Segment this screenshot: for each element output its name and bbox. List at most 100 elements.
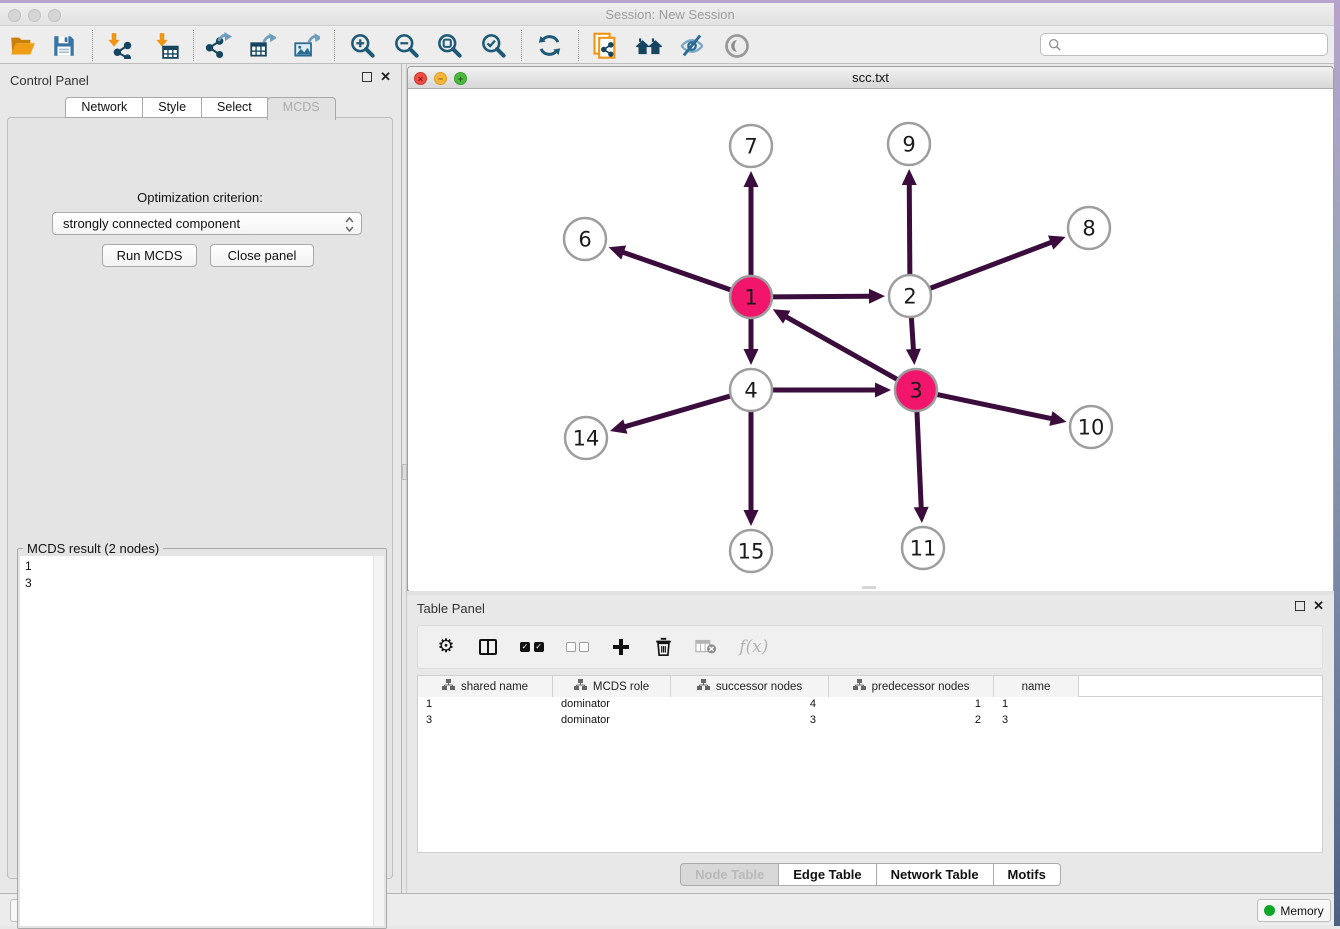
tab-motifs[interactable]: Motifs <box>993 863 1061 886</box>
float-panel-icon[interactable] <box>362 72 372 82</box>
mcds-result-text: 1 3 <box>25 558 32 592</box>
graph-node-label-14: 14 <box>573 427 600 451</box>
graph-node-label-4: 4 <box>744 379 757 403</box>
tab-node-table[interactable]: Node Table <box>680 863 779 886</box>
graph-node-label-8: 8 <box>1082 217 1095 241</box>
hide-graphics-details-icon[interactable] <box>678 32 706 59</box>
tab-select[interactable]: Select <box>201 97 268 118</box>
tab-style[interactable]: Style <box>142 97 202 118</box>
toolbar-separator <box>334 30 335 61</box>
tab-edge-table[interactable]: Edge Table <box>778 863 876 886</box>
export-image-icon[interactable] <box>292 32 320 59</box>
show-graphics-details-icon[interactable] <box>723 32 751 59</box>
delete-column-icon[interactable] <box>653 635 673 659</box>
zoom-out-icon[interactable] <box>392 32 420 59</box>
network-resize-grip[interactable] <box>862 586 876 589</box>
toolbar-separator <box>521 30 522 61</box>
mcds-panel: Optimization criterion: strongly connect… <box>7 117 393 879</box>
add-column-icon[interactable] <box>611 635 631 659</box>
zoom-selected-icon[interactable] <box>479 32 507 59</box>
edge-arrow-1-4 <box>744 349 759 365</box>
criterion-select[interactable]: strongly connected component <box>52 212 362 235</box>
graph-node-label-15: 15 <box>738 540 765 564</box>
edge-arrow-4-14 <box>610 419 627 433</box>
table-row[interactable]: 3dominator323 <box>418 713 1322 729</box>
edge-2-8[interactable] <box>929 242 1052 289</box>
desktop-edge-right <box>1334 0 1340 926</box>
first-neighbors-icon[interactable] <box>635 32 663 59</box>
zoom-fit-icon[interactable] <box>435 32 463 59</box>
show-column-icon[interactable] <box>478 635 498 659</box>
table-cell[interactable]: dominator <box>553 697 671 713</box>
table-panel-title: Table Panel <box>417 601 485 616</box>
zoom-in-icon[interactable] <box>348 32 376 59</box>
import-network-icon[interactable] <box>104 32 132 59</box>
table-cell[interactable]: 1 <box>829 697 994 713</box>
table-header-row: shared nameMCDS rolesuccessor nodesprede… <box>418 676 1322 697</box>
mcds-result-title: MCDS result (2 nodes) <box>23 541 163 556</box>
column-header-successor-nodes[interactable]: successor nodes <box>671 676 829 697</box>
close-panel-button[interactable]: Close panel <box>210 244 314 267</box>
desktop-edge-top <box>0 0 1340 3</box>
table-cell[interactable]: 3 <box>671 713 829 729</box>
search-input[interactable] <box>1040 33 1328 56</box>
graph-node-label-6: 6 <box>578 228 591 252</box>
function-builder-icon[interactable]: f(x) <box>739 635 768 659</box>
delete-table-icon[interactable] <box>695 635 717 659</box>
toolbar-separator <box>193 30 194 61</box>
open-session-icon[interactable] <box>8 32 36 59</box>
column-header-predecessor-nodes[interactable]: predecessor nodes <box>829 676 994 697</box>
tab-network[interactable]: Network <box>65 97 143 118</box>
graph-node-label-7: 7 <box>744 135 757 159</box>
select-stepper-icon <box>345 216 354 239</box>
window-titlebar: Session: New Session <box>0 3 1340 26</box>
save-session-icon[interactable] <box>50 32 78 59</box>
mcds-result-textarea[interactable]: 1 3 <box>20 556 384 926</box>
edge-arrow-3-10 <box>1049 411 1066 426</box>
table-cell[interactable]: 2 <box>829 713 994 729</box>
export-network-icon[interactable] <box>204 32 232 59</box>
column-header-shared-name[interactable]: shared name <box>418 676 553 697</box>
edge-3-1[interactable] <box>786 317 899 381</box>
edge-1-2[interactable] <box>771 296 870 297</box>
export-table-icon[interactable] <box>248 32 276 59</box>
table-cell[interactable]: 1 <box>994 697 1079 713</box>
table-cell[interactable]: 3 <box>994 713 1079 729</box>
edge-3-10[interactable] <box>936 394 1052 419</box>
float-table-panel-icon[interactable] <box>1295 601 1305 611</box>
tab-mcds[interactable]: MCDS <box>267 97 336 120</box>
edge-arrow-3-11 <box>914 507 929 523</box>
column-header-name[interactable]: name <box>994 676 1079 697</box>
close-table-panel-icon[interactable]: ✕ <box>1313 601 1324 611</box>
edge-4-14[interactable] <box>624 396 731 427</box>
refresh-view-icon[interactable] <box>535 32 563 59</box>
network-window-titlebar[interactable]: × − + scc.txt <box>408 67 1333 89</box>
edge-arrow-4-3 <box>875 383 891 398</box>
edge-1-6[interactable] <box>623 252 732 290</box>
table-toolbar: ⚙ ✓ ✓ f(x) <box>417 625 1323 669</box>
edge-2-3[interactable] <box>911 316 913 350</box>
select-all-icon[interactable]: ✓ ✓ <box>520 635 544 659</box>
table-panel: Table Panel ✕ ⚙ ✓ ✓ f(x) shared nameMCDS… <box>407 595 1334 893</box>
run-mcds-button[interactable]: Run MCDS <box>102 244 197 267</box>
table-settings-icon[interactable]: ⚙ <box>436 635 456 659</box>
control-panel-title: Control Panel <box>10 73 89 88</box>
column-header-MCDS-role[interactable]: MCDS role <box>553 676 671 697</box>
tab-network-table[interactable]: Network Table <box>876 863 994 886</box>
toolbar-separator <box>578 30 579 61</box>
memory-button[interactable]: Memory <box>1257 899 1331 922</box>
edge-3-11[interactable] <box>917 410 921 508</box>
toolbar-separator <box>92 30 93 61</box>
mcds-result-scrollbar[interactable] <box>373 556 384 926</box>
network-canvas[interactable]: 7968124314101511 <box>409 89 1333 591</box>
edge-2-9[interactable] <box>909 184 910 276</box>
table-cell[interactable]: 4 <box>671 697 829 713</box>
new-network-from-selection-icon[interactable] <box>591 32 619 59</box>
table-row[interactable]: 1dominator411 <box>418 697 1322 713</box>
close-panel-icon[interactable]: ✕ <box>380 72 391 82</box>
table-cell[interactable]: 3 <box>418 713 553 729</box>
import-table-icon[interactable] <box>152 32 180 59</box>
table-cell[interactable]: dominator <box>553 713 671 729</box>
table-cell[interactable]: 1 <box>418 697 553 713</box>
deselect-all-icon[interactable] <box>566 635 590 659</box>
